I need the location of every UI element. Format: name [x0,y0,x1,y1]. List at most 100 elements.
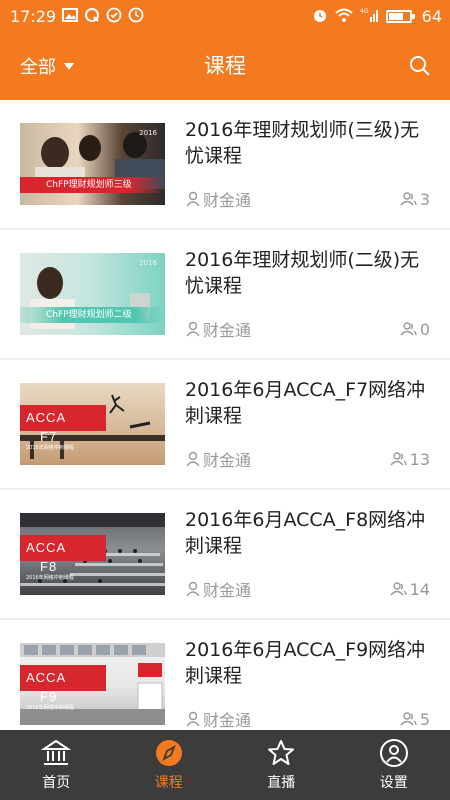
thumb-year: 2016 [139,129,157,137]
user-circle-icon [379,739,408,767]
category-filter-dropdown[interactable]: 全部 [20,53,74,79]
author-name: 财金通 [203,711,252,730]
users-icon [400,192,417,206]
author-name: 财金通 [203,451,252,470]
q-notification-icon [84,7,100,26]
student-count: 0 [400,320,430,339]
course-info: 2016年6月ACCA_F7网络冲刺课程 财金通 13 [185,377,430,471]
student-count: 5 [400,710,430,729]
count-value: 14 [409,579,430,599]
bank-icon [41,739,72,765]
course-title[interactable]: 2016年6月ACCA_F7网络冲刺课程 [185,377,430,429]
battery-percent: 64 [421,6,442,26]
thumb-level: F9 [40,689,58,704]
course-info: 2016年6月ACCA_F9网络冲刺课程 财金通 5 [185,637,430,730]
battery-icon [385,9,415,23]
users-icon [390,452,407,466]
count-value: 0 [419,319,430,339]
author: 财金通 [185,317,251,341]
course-title[interactable]: 2016年6月ACCA_F8网络冲刺课程 [185,507,430,559]
users-icon [390,582,407,596]
count-value: 13 [409,449,430,469]
tab-label: 课程 [154,775,183,791]
course-item[interactable]: 2016 ChFP理财规划师三级 2016年理财规划师(三级)无忧课程 财金通 … [0,100,450,229]
course-meta: 财金通 14 [185,577,430,601]
course-thumbnail: 2016 ChFP理财规划师三级 [20,123,165,205]
student-count: 14 [390,580,430,599]
status-bar: 17:29 4G 64 [0,0,450,32]
thumb-level: F8 [40,559,58,574]
author: 财金通 [185,187,251,211]
thumb-brand: ACCA [26,410,67,425]
count-value: 5 [419,709,430,729]
course-thumbnail: 2016 ChFP理财规划师二级 [20,253,165,335]
battery-level [388,12,403,20]
tab-label: 设置 [379,775,408,791]
filter-label: 全部 [20,57,56,78]
thumb-caption: ChFP理财规划师二级 [20,307,165,323]
app-bar: 全部 [0,32,450,100]
user-icon [186,451,200,467]
thumb-sub: 2016年网络冲刺课程 [26,445,74,451]
tab-settings[interactable]: 设置 [338,730,450,800]
user-icon [186,321,200,337]
top-bar: 17:29 4G 64 全部 课程 [0,0,450,100]
course-item[interactable]: 2016 ChFP理财规划师二级 2016年理财规划师(二级)无忧课程 财金通 … [0,230,450,359]
cell-signal-icon: 4G [360,7,380,26]
thumb-brand: ACCA [26,540,67,555]
course-title[interactable]: 2016年理财规划师(二级)无忧课程 [185,247,430,299]
clock-icon [128,7,144,26]
course-list: 2016 ChFP理财规划师三级 2016年理财规划师(三级)无忧课程 财金通 … [0,100,450,730]
thumb-year: 2016 [139,259,157,267]
user-icon [186,711,200,727]
course-title[interactable]: 2016年理财规划师(三级)无忧课程 [185,117,430,169]
course-meta: 财金通 0 [185,317,430,341]
users-icon [400,322,417,336]
author-name: 财金通 [203,321,252,340]
author: 财金通 [185,447,251,471]
course-meta: 财金通 3 [185,187,430,211]
thumb-tag: ACCA F7 2016年网络冲刺课程 [20,405,106,451]
author: 财金通 [185,707,251,730]
course-item[interactable]: ACCA F7 2016年网络冲刺课程 2016年6月ACCA_F7网络冲刺课程… [0,360,450,489]
users-icon [400,712,417,726]
course-item[interactable]: ACCA F9 2016年网络冲刺课程 2016年6月ACCA_F9网络冲刺课程… [0,620,450,730]
caret-down-icon [64,62,74,70]
course-thumbnail: ACCA F7 2016年网络冲刺课程 [20,383,165,465]
author-name: 财金通 [203,191,252,210]
thumb-level: F7 [40,429,58,444]
thumb-sub: 2016年网络冲刺课程 [26,705,74,711]
thumb-sub: 2016年网络冲刺课程 [26,575,74,581]
thumb-brand: ACCA [26,670,67,685]
course-thumbnail: ACCA F8 2016年网络冲刺课程 [20,513,165,595]
student-count: 13 [390,450,430,469]
alarm-icon [312,7,328,26]
count-value: 3 [419,189,430,209]
thumb-caption: ChFP理财规划师三级 [20,177,165,193]
user-icon [186,191,200,207]
tab-home[interactable]: 首页 [0,730,113,800]
star-icon [268,740,295,765]
course-title[interactable]: 2016年6月ACCA_F9网络冲刺课程 [185,637,430,689]
tab-live[interactable]: 直播 [225,730,338,800]
thumb-tag: ACCA F9 2016年网络冲刺课程 [20,665,106,711]
signal-badge: 4G [360,8,369,15]
thumb-tag: ACCA F8 2016年网络冲刺课程 [20,535,106,581]
status-time: 17:29 [10,6,57,26]
author-name: 财金通 [203,581,252,600]
course-item[interactable]: ACCA F8 2016年网络冲刺课程 2016年6月ACCA_F8网络冲刺课程… [0,490,450,619]
check-circle-icon [106,7,122,26]
image-icon [62,7,79,25]
student-count: 3 [400,190,430,209]
bottom-tab-bar: 首页 课程 直播 设置 [0,730,450,800]
course-info: 2016年理财规划师(三级)无忧课程 财金通 3 [185,117,430,211]
tab-label: 首页 [42,775,71,791]
search-icon[interactable] [408,54,432,78]
tab-courses[interactable]: 课程 [113,730,226,800]
course-meta: 财金通 13 [185,447,430,471]
wifi-icon [334,7,354,26]
course-thumbnail: ACCA F9 2016年网络冲刺课程 [20,643,165,725]
course-meta: 财金通 5 [185,707,430,730]
user-icon [186,581,200,597]
tab-label: 直播 [267,775,296,791]
